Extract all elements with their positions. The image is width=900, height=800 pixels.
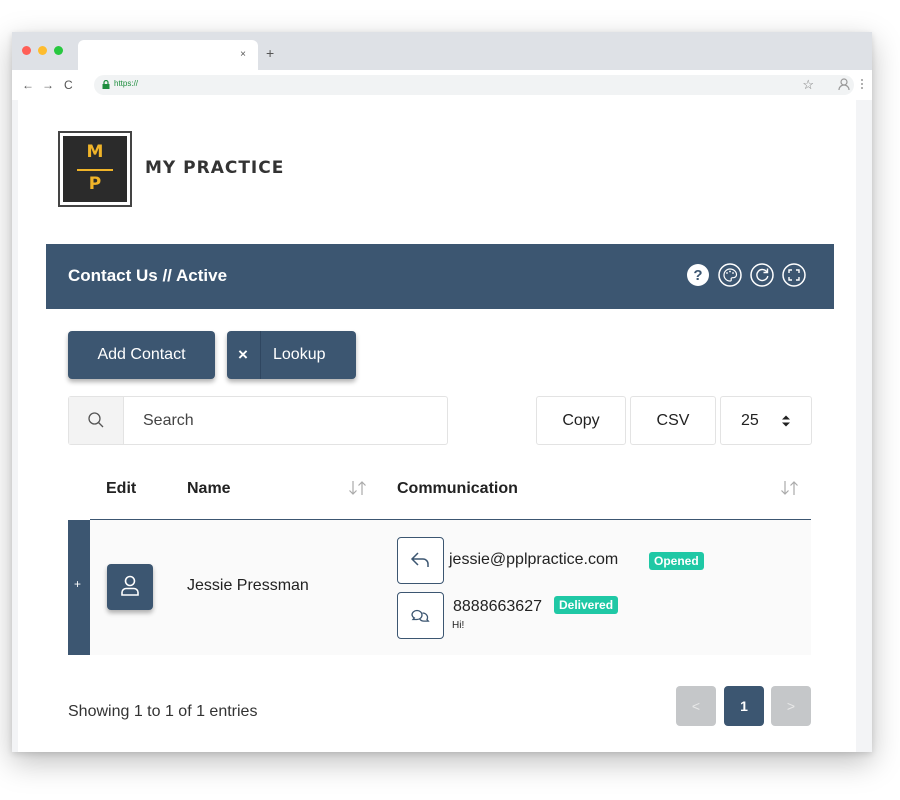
copy-button[interactable]: Copy: [536, 396, 626, 445]
reload-icon[interactable]: C: [64, 78, 73, 92]
url-text: https://: [114, 79, 139, 88]
minimize-window-icon[interactable]: [38, 46, 47, 55]
profile-icon[interactable]: [838, 78, 850, 90]
row-expand-icon[interactable]: +: [74, 577, 81, 591]
search-group: [68, 396, 460, 445]
sort-name-icon[interactable]: [348, 480, 368, 496]
email-status-badge: Opened: [649, 552, 704, 570]
browser-window: × + ← → C https:// ☆ M P MY PRACTICE Con…: [12, 32, 872, 752]
card-header: Contact Us // Active ?: [46, 244, 834, 309]
add-contact-label: Add Contact: [97, 346, 186, 363]
select-arrows-icon: [782, 415, 790, 427]
next-page-button[interactable]: >: [771, 686, 811, 726]
logo-letter-p: P: [88, 174, 102, 194]
tab-close-icon[interactable]: ×: [240, 49, 246, 60]
page-1-button[interactable]: 1: [724, 686, 764, 726]
contact-name: Jessie Pressman: [187, 577, 309, 594]
address-bar: ← → C https:// ☆: [12, 70, 872, 100]
email-reply-button[interactable]: [397, 537, 444, 584]
maximize-window-icon[interactable]: [54, 46, 63, 55]
page-content: M P MY PRACTICE Contact Us // Active ? A…: [18, 100, 856, 752]
browser-tab[interactable]: ×: [78, 40, 258, 70]
chat-icon: [411, 609, 430, 622]
search-icon: [88, 412, 104, 428]
sms-message: Hi!: [452, 620, 465, 631]
new-tab-button[interactable]: +: [266, 45, 274, 61]
help-icon[interactable]: ?: [686, 263, 710, 287]
bookmark-star-icon[interactable]: ☆: [802, 77, 814, 93]
page-size-value: 25: [741, 412, 759, 429]
refresh-icon[interactable]: [750, 263, 774, 287]
sms-button[interactable]: [397, 592, 444, 639]
column-edit: Edit: [106, 480, 137, 497]
lookup-button[interactable]: × Lookup: [227, 331, 356, 379]
contact-email[interactable]: jessie@pplpractice.com: [449, 551, 618, 569]
logo-letter-m: M: [86, 142, 104, 162]
contacts-card: Contact Us // Active ? Add Contact × Loo…: [46, 244, 834, 752]
column-communication[interactable]: Communication: [397, 480, 518, 498]
url-field[interactable]: https:// ☆: [94, 75, 854, 95]
csv-button[interactable]: CSV: [630, 396, 716, 445]
edit-contact-button[interactable]: [107, 564, 153, 610]
search-input[interactable]: [125, 398, 460, 443]
brand-name: MY PRACTICE: [145, 158, 285, 178]
back-icon[interactable]: ←: [22, 78, 34, 92]
search-addon: [69, 397, 124, 444]
add-contact-button[interactable]: Add Contact: [68, 331, 215, 379]
card-title: Contact Us // Active: [68, 266, 228, 285]
forward-icon[interactable]: →: [42, 78, 54, 92]
column-name[interactable]: Name: [187, 480, 231, 498]
contact-phone: 8888663627: [453, 598, 542, 615]
user-icon: [121, 575, 139, 596]
sms-status-badge: Delivered: [554, 596, 619, 614]
table-info: Showing 1 to 1 of 1 entries: [68, 703, 258, 720]
lookup-divider: [260, 331, 261, 379]
lock-icon: [102, 80, 110, 89]
fullscreen-icon[interactable]: [782, 263, 806, 287]
page-size-select[interactable]: 25: [720, 396, 812, 445]
close-window-icon[interactable]: [22, 46, 31, 55]
svg-text:?: ?: [693, 267, 702, 284]
palette-icon[interactable]: [718, 263, 742, 287]
sort-communication-icon[interactable]: [780, 480, 800, 496]
logo-inner: M P: [63, 136, 127, 202]
logo[interactable]: M P: [58, 131, 132, 207]
tab-bar: × +: [12, 32, 872, 70]
reply-icon: [410, 552, 429, 567]
clear-lookup-icon[interactable]: ×: [238, 345, 248, 365]
prev-page-button[interactable]: <: [676, 686, 716, 726]
browser-menu-icon[interactable]: [860, 78, 864, 90]
lookup-label: Lookup: [273, 346, 326, 363]
logo-divider: [77, 169, 113, 171]
